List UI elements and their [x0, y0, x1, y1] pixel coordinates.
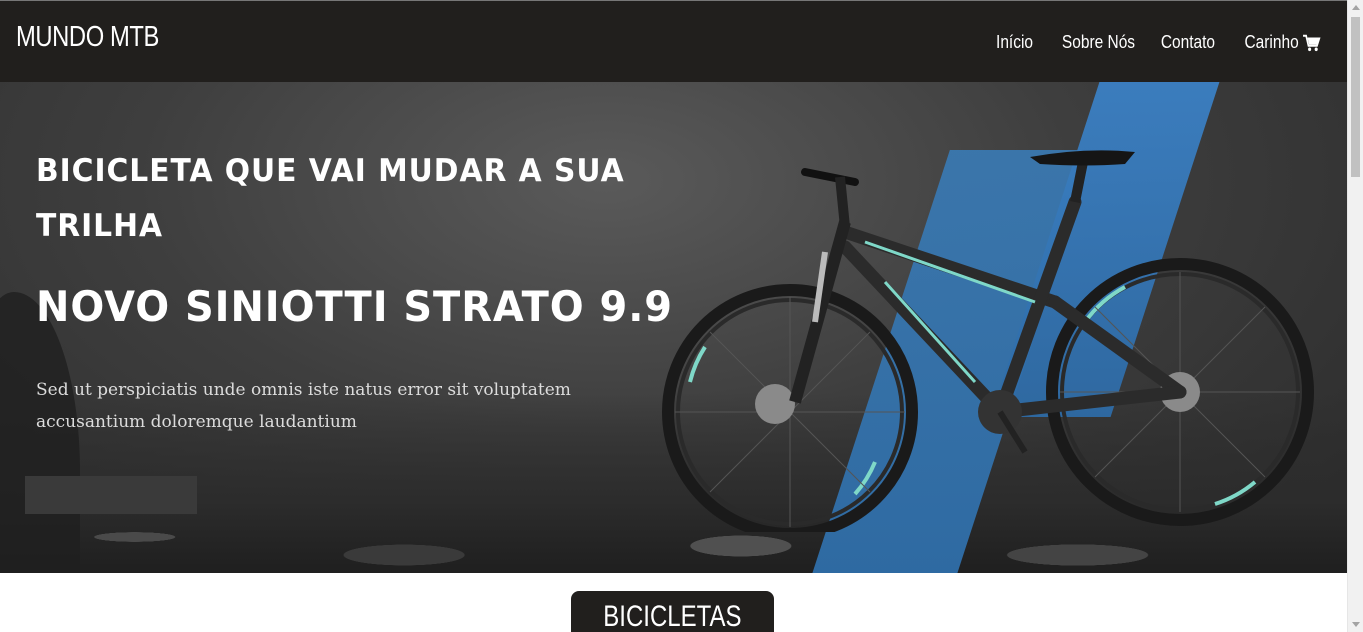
nav-item-contato[interactable]: Contato: [1161, 32, 1215, 53]
main-nav: Início Sobre Nós Contato Carinho: [973, 32, 1321, 53]
site-logo[interactable]: MUNDO MTB: [16, 21, 159, 54]
site-header: MUNDO MTB Início Sobre Nós Contato Carin…: [0, 0, 1347, 82]
section-title-text: BICICLETAS: [603, 600, 742, 632]
mountain-bike-image: [662, 150, 1314, 532]
nav-item-carrinho-label: Carinho: [1244, 32, 1299, 52]
cart-icon: [1303, 34, 1321, 51]
scroll-thumb[interactable]: [1351, 17, 1360, 177]
nav-item-inicio[interactable]: Início: [996, 32, 1033, 53]
scroll-down-arrow-icon[interactable]: [1352, 622, 1360, 627]
hero-title: NOVO SINIOTTI STRATO 9.9: [36, 282, 674, 331]
hero-subtitle: BICICLETA QUE VAI MUDAR A SUA TRILHA: [36, 153, 625, 244]
page: MUNDO MTB Início Sobre Nós Contato Carin…: [0, 0, 1363, 632]
section-title-bicicletas: BICICLETAS: [571, 591, 774, 632]
hero-description: Sed ut perspiciatis unde omnis iste natu…: [36, 380, 571, 432]
hero-banner: BICICLETA QUE VAI MUDAR A SUA TRILHA NOV…: [0, 82, 1347, 573]
hero-cta-button[interactable]: [25, 476, 197, 514]
scroll-up-arrow-icon[interactable]: [1352, 5, 1360, 10]
page-scrollbar[interactable]: [1347, 0, 1363, 632]
nav-item-carrinho[interactable]: Carinho: [1244, 32, 1321, 53]
nav-item-sobre-nos[interactable]: Sobre Nós: [1062, 32, 1135, 53]
